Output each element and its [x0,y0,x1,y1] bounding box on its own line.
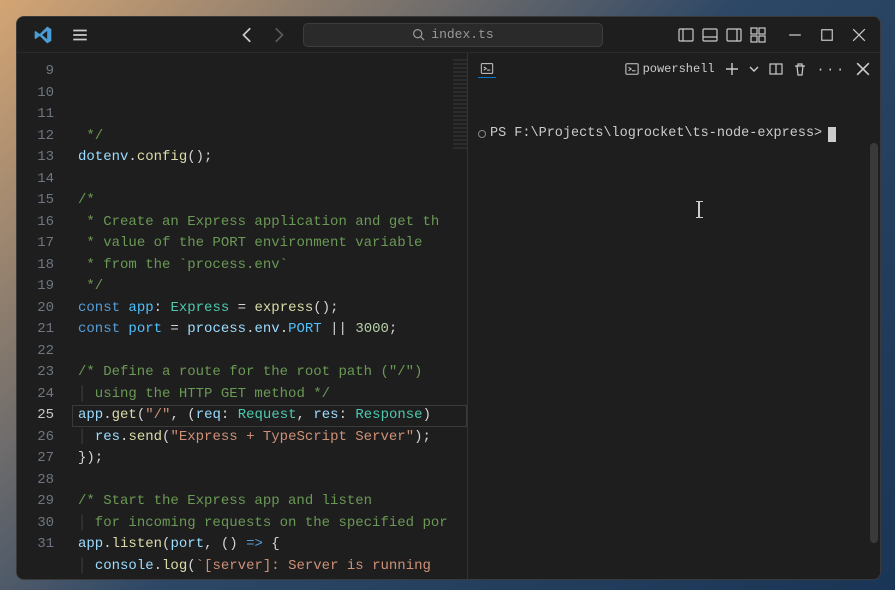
terminal-scrollbar[interactable] [870,143,878,543]
search-icon [412,28,425,41]
code-line[interactable]: * value of the PORT environment variable [72,233,467,255]
more-actions-icon[interactable]: ··· [817,62,846,76]
terminal-panel: powershell ··· PS F:\Projects\logrocket\… [467,53,880,579]
terminal-tab-icon[interactable] [478,60,496,78]
line-number: 23 [17,362,72,384]
line-number: 29 [17,491,72,513]
code-line[interactable] [72,169,467,191]
nav-forward-icon[interactable] [269,26,287,44]
line-number: 28 [17,470,72,492]
code-line[interactable]: const app: Express = express(); [72,298,467,320]
workbench-body: 9101112131415161718192021222324252627282… [17,53,880,579]
layout-panel-bottom-icon[interactable] [702,27,718,43]
line-number: 19 [17,276,72,298]
terminal-shell-selector[interactable]: powershell [625,62,715,76]
line-number: 21 [17,319,72,341]
chevron-down-icon[interactable] [749,64,759,74]
code-line[interactable]: const port = process.env.PORT || 3000; [72,319,467,341]
vscode-window: index.ts 9101112131415161718192021222324… [16,16,881,580]
line-number: 20 [17,298,72,320]
line-number: 25 [17,405,72,427]
code-line[interactable]: /* [72,190,467,212]
code-line[interactable]: │ res.send("Express + TypeScript Server"… [72,427,467,449]
line-number: 26 [17,427,72,449]
mouse-text-cursor [698,201,700,218]
terminal-body[interactable]: PS F:\Projects\logrocket\ts-node-express… [468,85,880,579]
close-icon[interactable] [852,28,866,42]
line-number: 13 [17,147,72,169]
line-number: 22 [17,341,72,363]
window-controls [788,28,866,42]
line-number: 17 [17,233,72,255]
line-number-gutter: 9101112131415161718192021222324252627282… [17,53,72,579]
code-editor[interactable]: 9101112131415161718192021222324252627282… [17,53,467,579]
layout-customize-icon[interactable] [750,27,766,43]
minimap[interactable] [453,59,467,149]
code-line[interactable]: * from the `process.env` [72,255,467,277]
vscode-logo-icon [33,25,53,45]
split-terminal-icon[interactable] [769,62,783,76]
shell-label-text: powershell [643,62,715,76]
terminal-cursor [828,127,836,142]
command-center-search[interactable]: index.ts [303,23,603,47]
nav-back-icon[interactable] [239,26,257,44]
close-panel-icon[interactable] [856,62,870,76]
maximize-icon[interactable] [820,28,834,42]
code-line[interactable]: }); [72,448,467,470]
code-line[interactable]: }); [72,577,467,579]
code-line[interactable]: │ console.log(`[server]: Server is runni… [72,556,467,578]
layout-sidebar-right-icon[interactable] [726,27,742,43]
new-terminal-icon[interactable] [725,62,739,76]
terminal-toolbar: powershell ··· [625,62,870,76]
nav-arrows [239,26,287,44]
code-line[interactable]: * Create an Express application and get … [72,212,467,234]
line-number: 10 [17,83,72,105]
search-placeholder: index.ts [431,27,493,42]
code-line[interactable]: app.get("/", (req: Request, res: Respons… [72,405,467,427]
layout-controls [678,27,766,43]
line-number: 11 [17,104,72,126]
line-number: 15 [17,190,72,212]
terminal-prompt: PS F:\Projects\logrocket\ts-node-express… [490,125,822,143]
code-line[interactable]: /* Define a route for the root path ("/"… [72,362,467,384]
code-line[interactable] [72,470,467,492]
code-line[interactable]: dotenv.config(); [72,147,467,169]
line-number: 31 [17,534,72,556]
layout-sidebar-left-icon[interactable] [678,27,694,43]
terminal-prompt-line: PS F:\Projects\logrocket\ts-node-express… [478,125,870,143]
code-line[interactable]: */ [72,126,467,148]
line-number: 14 [17,169,72,191]
code-line[interactable]: │ using the HTTP GET method */ [72,384,467,406]
code-line[interactable]: */ [72,276,467,298]
code-line[interactable]: app.listen(port, () => { [72,534,467,556]
terminal-header: powershell ··· [468,53,880,85]
line-number: 27 [17,448,72,470]
line-number: 12 [17,126,72,148]
title-bar: index.ts [17,17,880,53]
powershell-icon [625,62,639,76]
code-line[interactable]: /* Start the Express app and listen [72,491,467,513]
line-number: 18 [17,255,72,277]
line-number: 24 [17,384,72,406]
minimize-icon[interactable] [788,28,802,42]
code-content[interactable]: */dotenv.config();/* * Create an Express… [72,53,467,579]
menu-icon[interactable] [71,26,89,44]
code-line[interactable]: │ for incoming requests on the specified… [72,513,467,535]
line-number: 30 [17,513,72,535]
line-number: 9 [17,61,72,83]
code-line[interactable] [72,341,467,363]
line-number: 16 [17,212,72,234]
kill-terminal-icon[interactable] [793,62,807,76]
prompt-status-icon [478,130,486,138]
